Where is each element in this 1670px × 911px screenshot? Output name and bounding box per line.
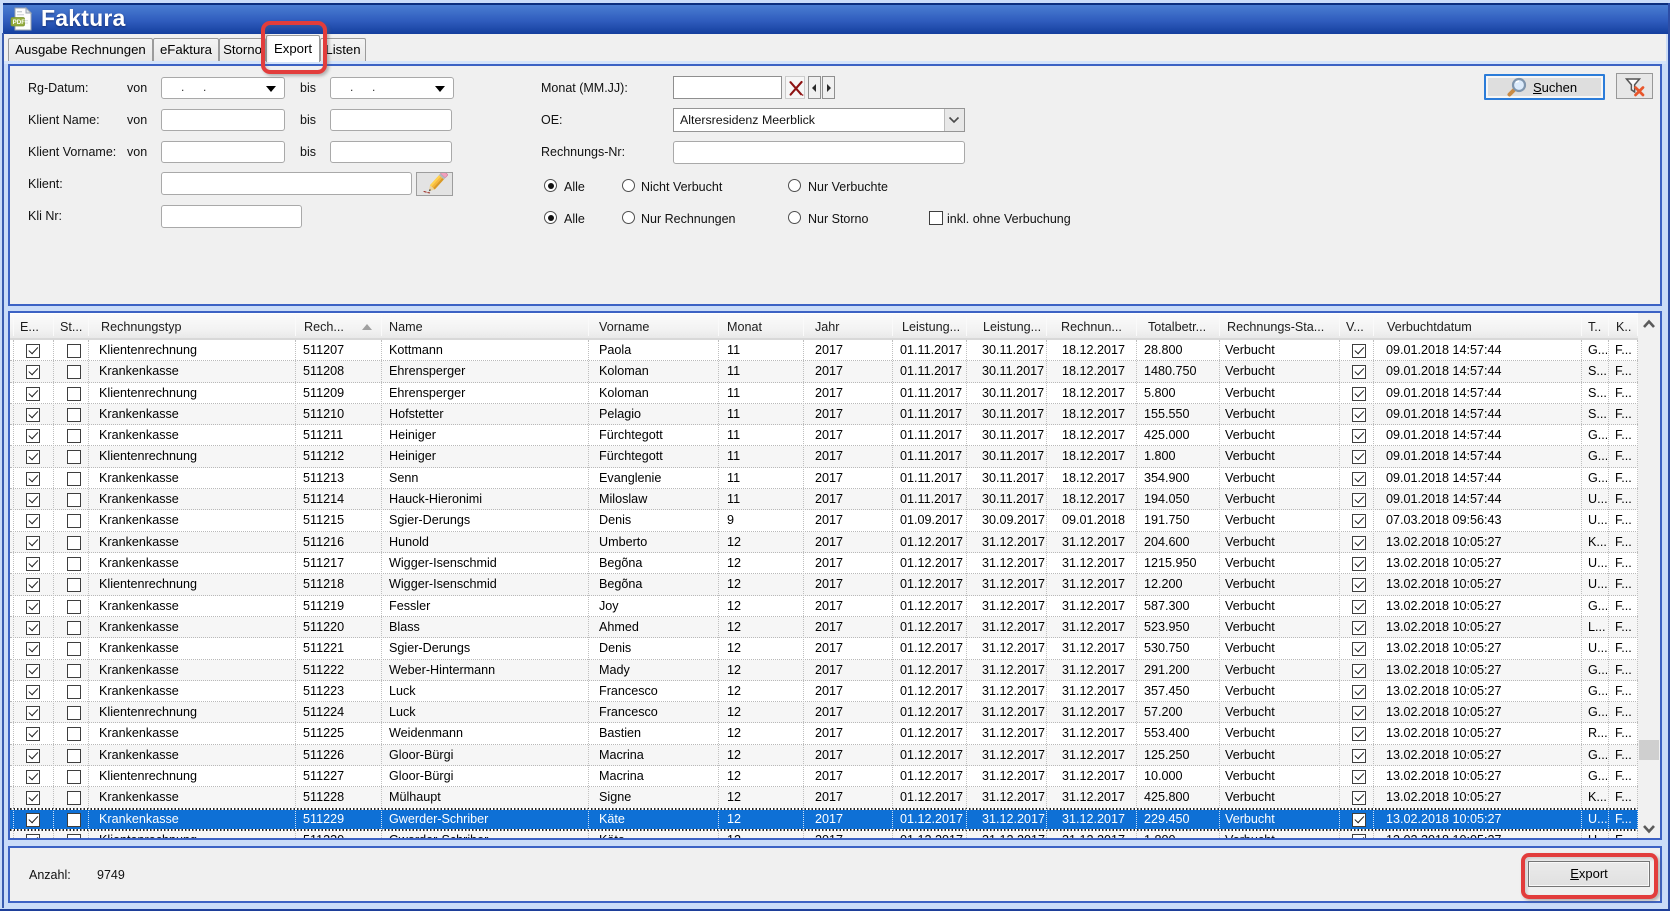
svg-text:PDF: PDF [13,19,26,26]
